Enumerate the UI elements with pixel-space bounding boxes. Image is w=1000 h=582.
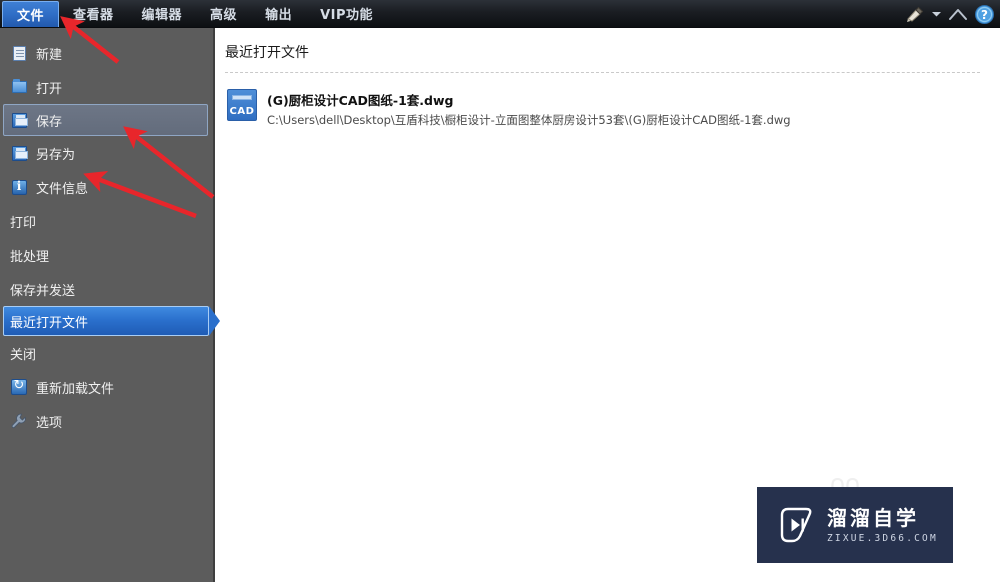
- cad-icon-bar: [232, 95, 252, 100]
- menu-item-advanced-label: 高级: [210, 8, 238, 23]
- menu-item-advanced[interactable]: 高级: [196, 0, 251, 27]
- recent-file-path: C:\Users\dell\Desktop\互盾科技\橱柜设计-立面图整体厨房设…: [267, 113, 791, 127]
- help-icon[interactable]: ?: [975, 4, 994, 24]
- open-folder-icon: [10, 78, 28, 96]
- sidebar-item-options-label: 选项: [36, 415, 63, 431]
- watermark-text-block: 溜溜自学 ZIXUE.3D66.COM: [827, 506, 938, 544]
- menu-item-vip[interactable]: VIP功能: [306, 0, 387, 27]
- sidebar-item-file-info-label: 文件信息: [36, 181, 89, 197]
- watermark-brand-url: ZIXUE.3D66.COM: [827, 533, 938, 544]
- sidebar-item-batch-label: 批处理: [10, 249, 50, 265]
- wrench-options-icon: [10, 412, 28, 430]
- title-divider: [225, 72, 980, 73]
- menu-bar-right-tools: ?: [906, 0, 994, 28]
- file-menu-sidebar: 新建 打开 保存 另存为 文件信息 打印 批处理 保存并发送: [0, 28, 220, 582]
- menu-item-editor-label: 编辑器: [141, 8, 183, 23]
- file-info-icon: [10, 178, 28, 196]
- sidebar-item-close-label: 关闭: [10, 347, 37, 363]
- sidebar-item-save-as-label: 另存为: [36, 147, 76, 163]
- sidebar-item-new-label: 新建: [36, 47, 63, 63]
- home-icon[interactable]: [948, 7, 968, 22]
- menu-item-vip-label: VIP功能: [320, 8, 374, 23]
- play-button-logo-icon: [773, 503, 817, 547]
- cad-viewer-window: 文件 查看器 编辑器 高级 输出 VIP功能 ? 新建 打开 保存 另存为 i …: [0, 0, 1000, 582]
- sidebar-item-new[interactable]: 新建: [0, 36, 213, 70]
- sidebar-item-recent-files[interactable]: 最近打开文件: [3, 306, 220, 336]
- watermark-brand-cn: 溜溜自学: [827, 506, 919, 530]
- sidebar-item-save-label: 保存: [36, 114, 63, 130]
- watermark-badge: 溜溜自学 ZIXUE.3D66.COM: [757, 487, 953, 563]
- sidebar-item-reload-file[interactable]: 重新加载文件: [0, 370, 213, 404]
- reload-file-icon: [10, 377, 28, 396]
- recent-file-item[interactable]: CAD (G)厨柜设计CAD图纸-1套.dwg C:\Users\dell\De…: [223, 85, 982, 132]
- sidebar-item-save[interactable]: 保存: [3, 104, 208, 136]
- edit-pen-icon[interactable]: [906, 6, 925, 23]
- recent-file-meta: (G)厨柜设计CAD图纸-1套.dwg C:\Users\dell\Deskto…: [267, 89, 791, 128]
- sidebar-item-file-info[interactable]: 文件信息: [0, 170, 213, 204]
- sidebar-item-options[interactable]: 选项: [0, 404, 213, 438]
- recent-file-name: (G)厨柜设计CAD图纸-1套.dwg: [267, 93, 454, 108]
- sidebar-item-save-and-send-label: 保存并发送: [10, 283, 76, 299]
- svg-text:?: ?: [981, 8, 988, 22]
- sidebar-item-close[interactable]: 关闭: [0, 336, 213, 370]
- menu-item-editor[interactable]: 编辑器: [128, 0, 197, 27]
- menu-item-viewer[interactable]: 查看器: [59, 0, 128, 27]
- sidebar-item-reload-file-label: 重新加载文件: [36, 381, 115, 397]
- chevron-down-icon[interactable]: [932, 11, 941, 17]
- sidebar-item-save-as[interactable]: 另存为: [0, 136, 213, 170]
- save-as-floppy-icon: [10, 144, 28, 162]
- selection-pointer-icon: [209, 306, 220, 336]
- page-title: 最近打开文件: [225, 45, 309, 61]
- save-floppy-icon: [10, 111, 28, 129]
- new-document-icon: [10, 44, 28, 62]
- menu-item-file-label: 文件: [17, 9, 45, 24]
- menu-item-file[interactable]: 文件: [2, 1, 60, 27]
- sidebar-item-batch[interactable]: 批处理: [0, 238, 213, 272]
- sidebar-item-open[interactable]: 打开: [0, 70, 213, 104]
- menu-bar: 文件 查看器 编辑器 高级 输出 VIP功能 ?: [0, 0, 1000, 28]
- sidebar-item-print[interactable]: 打印: [0, 204, 213, 238]
- cad-icon-label: CAD: [229, 106, 255, 117]
- cad-file-icon: CAD: [227, 89, 257, 121]
- menu-item-output-label: 输出: [265, 8, 293, 23]
- menu-item-output[interactable]: 输出: [251, 0, 306, 27]
- sidebar-item-recent-files-label: 最近打开文件: [10, 315, 89, 331]
- menu-item-viewer-label: 查看器: [73, 8, 114, 23]
- sidebar-item-open-label: 打开: [36, 81, 63, 97]
- sidebar-item-print-label: 打印: [10, 215, 37, 231]
- sidebar-item-save-and-send[interactable]: 保存并发送: [0, 272, 213, 306]
